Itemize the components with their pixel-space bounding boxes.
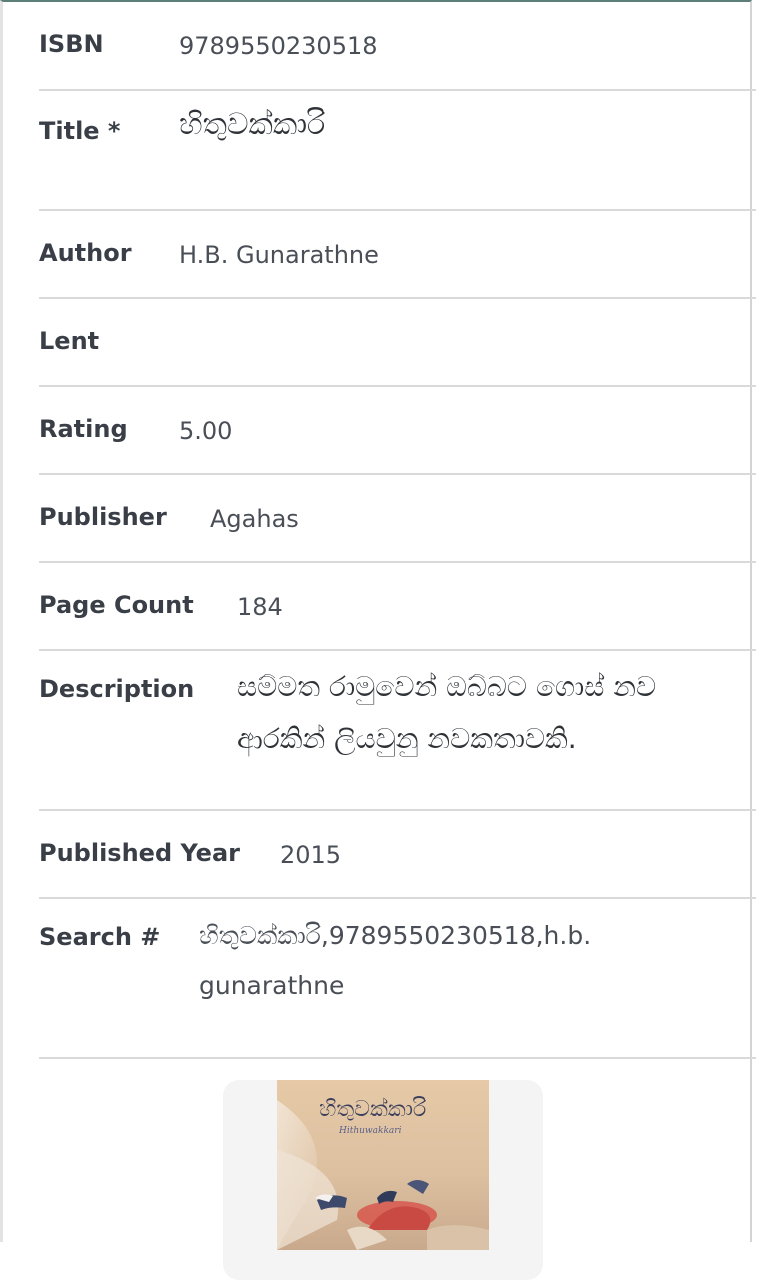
book-detail-panel: ISBN 9789550230518 Title * හිතුවක්කාරි A…: [0, 0, 756, 1280]
page-count-value[interactable]: 184: [237, 583, 283, 631]
description-label: Description: [39, 675, 195, 703]
field-row-search: Search # හිතුවක්කාරි,9789550230518,h.b. …: [39, 899, 756, 1059]
rating-value[interactable]: 5.00: [179, 407, 232, 455]
field-row-author: Author H.B. Gunarathne: [39, 211, 756, 299]
field-row-description: Description සම්මත රාමුවෙන් ඔබ්බට ගොස් නව…: [39, 651, 756, 811]
book-cover-illustration: හිතුවක්කාරි Hithuwakkari: [277, 1080, 489, 1250]
search-label: Search #: [39, 923, 161, 951]
title-label: Title *: [39, 117, 121, 145]
cover-title-text: හිතුවක්කාරි: [319, 1096, 427, 1122]
author-value[interactable]: H.B. Gunarathne: [179, 231, 379, 279]
page-count-label: Page Count: [39, 591, 194, 619]
published-year-value[interactable]: 2015: [280, 831, 341, 879]
publisher-label: Publisher: [39, 503, 167, 531]
rating-label: Rating: [39, 415, 128, 443]
field-row-published-year: Published Year 2015: [39, 811, 756, 899]
publisher-value[interactable]: Agahas: [210, 495, 299, 543]
description-value[interactable]: සම්මත රාමුවෙන් ඔබ්බට ගොස් නව ආරකින් ලියව…: [237, 661, 697, 765]
field-row-rating: Rating 5.00: [39, 387, 756, 475]
book-cover-image: හිතුවක්කාරි Hithuwakkari: [277, 1080, 489, 1250]
field-row-lent: Lent: [39, 299, 756, 387]
lent-label: Lent: [39, 327, 100, 355]
isbn-value[interactable]: 9789550230518: [179, 22, 378, 70]
published-year-label: Published Year: [39, 839, 240, 867]
field-row-title: Title * හිතුවක්කාරි: [39, 91, 756, 211]
title-value[interactable]: හිතුවක්කාරි: [179, 101, 325, 149]
isbn-label: ISBN: [39, 30, 104, 58]
field-row-page-count: Page Count 184: [39, 563, 756, 651]
search-value[interactable]: හිතුවක්කාරි,9789550230518,h.b. gunarathn…: [199, 911, 659, 1011]
cover-subtitle-text: Hithuwakkari: [338, 1126, 402, 1136]
author-label: Author: [39, 239, 132, 267]
field-row-isbn: ISBN 9789550230518: [39, 2, 756, 91]
field-row-publisher: Publisher Agahas: [39, 475, 756, 563]
field-list: ISBN 9789550230518 Title * හිතුවක්කාරි A…: [39, 2, 756, 1059]
